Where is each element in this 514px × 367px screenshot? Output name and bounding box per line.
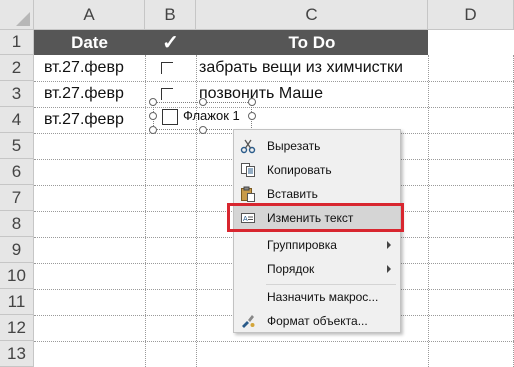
menu-item-label: Вставить xyxy=(267,187,318,201)
header-date[interactable]: Date xyxy=(34,30,145,55)
header-check[interactable]: ✓ xyxy=(145,30,196,55)
checkbox-row3[interactable] xyxy=(161,88,173,100)
menu-item-label: Формат объекта... xyxy=(267,314,368,328)
row-header-3[interactable]: 3 xyxy=(0,81,34,107)
menu-item-copy[interactable]: Копировать xyxy=(234,158,400,182)
cell-date-row2[interactable]: вт.27.февр xyxy=(44,55,124,81)
select-all-corner[interactable] xyxy=(0,0,34,30)
row-header-6[interactable]: 6 xyxy=(0,159,34,185)
form-checkbox[interactable] xyxy=(162,109,178,125)
scissors-icon xyxy=(240,138,256,154)
row-header-8[interactable]: 8 xyxy=(0,211,34,237)
header-todo[interactable]: To Do xyxy=(196,30,428,55)
spreadsheet-grid: A B C D 1 2 3 4 5 6 7 8 9 10 11 12 13 Da… xyxy=(0,0,514,367)
row-header-13[interactable]: 13 xyxy=(0,341,34,367)
resize-handle[interactable] xyxy=(199,126,207,134)
row-header-11[interactable]: 11 xyxy=(0,289,34,315)
menu-item-label: Копировать xyxy=(267,163,332,177)
row-header-12[interactable]: 12 xyxy=(0,315,34,341)
menu-item-grouping[interactable]: Группировка xyxy=(234,233,400,257)
column-header-a[interactable]: A xyxy=(34,0,145,30)
row-header-1[interactable]: 1 xyxy=(0,30,34,55)
paste-icon xyxy=(240,186,256,202)
row-header-10[interactable]: 10 xyxy=(0,263,34,289)
resize-handle[interactable] xyxy=(199,98,207,106)
row-header-7[interactable]: 7 xyxy=(0,185,34,211)
resize-handle[interactable] xyxy=(248,112,256,120)
cell-date-row4[interactable]: вт.27.февр xyxy=(44,107,124,133)
column-header-d[interactable]: D xyxy=(428,0,514,30)
cell-todo-row2[interactable]: забрать вещи из химчистки xyxy=(199,55,403,81)
row-header-9[interactable]: 9 xyxy=(0,237,34,263)
row-header-4[interactable]: 4 xyxy=(0,107,34,133)
resize-handle[interactable] xyxy=(149,98,157,106)
column-header-c[interactable]: C xyxy=(196,0,428,30)
highlight-box xyxy=(227,203,404,232)
submenu-arrow-icon xyxy=(387,241,391,249)
menu-item-label: Порядок xyxy=(267,262,315,276)
row-header-5[interactable]: 5 xyxy=(0,133,34,159)
resize-handle[interactable] xyxy=(149,126,157,134)
submenu-arrow-icon xyxy=(387,265,391,273)
cell-date-row3[interactable]: вт.27.февр xyxy=(44,81,124,107)
resize-handle[interactable] xyxy=(248,98,256,106)
menu-item-label: Вырезать xyxy=(267,139,321,153)
menu-item-cut[interactable]: Вырезать xyxy=(234,134,400,158)
menu-item-order[interactable]: Порядок xyxy=(234,257,400,281)
checkbox-row2[interactable] xyxy=(161,62,173,74)
format-object-icon xyxy=(240,313,256,329)
menu-item-label: Группировка xyxy=(267,238,337,252)
form-checkbox-label[interactable]: Флажок 1 xyxy=(183,108,240,123)
grid-line xyxy=(34,341,514,342)
column-header-b[interactable]: B xyxy=(145,0,196,30)
copy-icon xyxy=(240,162,256,178)
resize-handle[interactable] xyxy=(149,112,157,120)
row-header-2[interactable]: 2 xyxy=(0,55,34,81)
menu-item-assign-macro[interactable]: Назначить макрос... xyxy=(234,285,400,309)
menu-item-label: Назначить макрос... xyxy=(267,290,379,304)
menu-item-format-object[interactable]: Формат объекта... xyxy=(234,309,400,333)
